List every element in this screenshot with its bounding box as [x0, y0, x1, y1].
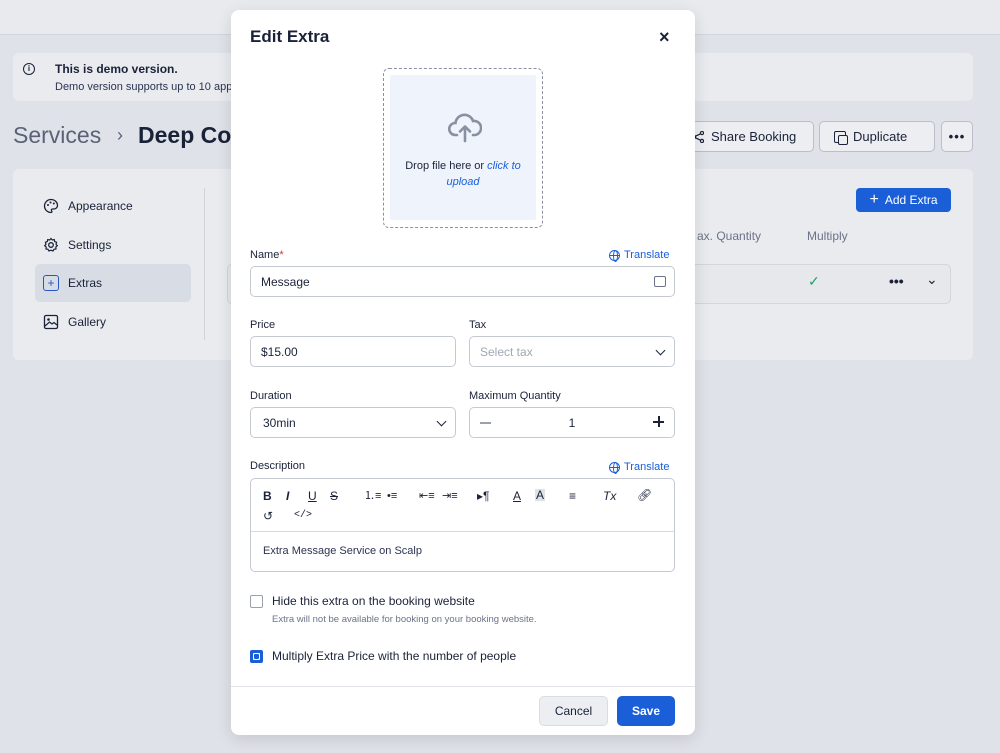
sidebar-item-label: Appearance: [68, 199, 133, 213]
strikethrough-icon[interactable]: S: [330, 490, 338, 502]
more-icon: •••: [948, 129, 966, 144]
clear-format-icon[interactable]: Tx: [603, 490, 616, 502]
multiply-price-checkbox[interactable]: [250, 650, 263, 663]
cancel-button[interactable]: Cancel: [539, 696, 608, 726]
tax-placeholder: Select tax: [480, 344, 533, 359]
breadcrumb-services[interactable]: Services: [13, 122, 101, 149]
plus-icon[interactable]: [653, 416, 664, 427]
link-icon[interactable]: 🔗︎: [637, 489, 652, 501]
undo-icon[interactable]: ↺: [263, 510, 273, 522]
add-extra-label: Add Extra: [884, 193, 938, 207]
duration-value: 30min: [263, 415, 296, 430]
dropzone-instruction: Drop file here or: [405, 160, 485, 172]
highlight-icon[interactable]: A: [535, 489, 546, 501]
bold-icon[interactable]: B: [263, 490, 272, 502]
plus-square-icon: +: [43, 275, 59, 291]
tax-label: Tax: [469, 319, 487, 331]
chevron-right-icon: ›: [117, 125, 123, 145]
multiply-price-label[interactable]: Multiply Extra Price with the number of …: [272, 649, 516, 663]
share-booking-button[interactable]: Share Booking: [680, 121, 814, 152]
image-dropzone[interactable]: Drop file here or click to upload: [383, 68, 543, 228]
sidebar-divider: [204, 188, 205, 340]
chevron-down-icon: [436, 416, 447, 427]
max-quantity-value: 1: [568, 415, 576, 430]
name-label-text: Name: [250, 249, 280, 261]
name-label: Name*: [250, 249, 284, 261]
translate-name-button[interactable]: Translate: [609, 249, 670, 262]
modal-title: Edit Extra: [250, 27, 330, 46]
row-actions-icon[interactable]: •••: [889, 273, 904, 289]
text-color-icon[interactable]: A: [513, 490, 521, 502]
globe-icon: [609, 461, 620, 474]
duplicate-label: Duplicate: [853, 129, 908, 144]
globe-icon: [609, 249, 620, 262]
sidebar-item-gallery[interactable]: Gallery: [35, 303, 191, 341]
modal-footer: Cancel Save: [231, 686, 695, 735]
price-value: $15.00: [261, 344, 298, 359]
column-header-max-quantity: ax. Quantity: [697, 229, 762, 243]
more-options-button[interactable]: •••: [941, 121, 973, 152]
description-text: Extra Message Service on Scalp: [263, 545, 422, 557]
save-button[interactable]: Save: [617, 696, 675, 726]
paragraph-direction-icon[interactable]: ▸¶: [477, 490, 489, 502]
check-icon: ✓: [808, 273, 820, 289]
image-icon: [43, 314, 59, 330]
share-booking-label: Share Booking: [711, 129, 797, 144]
editor-toolbar: B I U S ⒈≡ •≡ ⇤≡ ⇥≡ ▸¶ A A ≡ Tx 🔗︎ ↺ </>: [251, 479, 674, 532]
name-value: Message: [261, 274, 310, 289]
palette-icon: [43, 198, 59, 214]
max-quantity-stepper[interactable]: 1: [469, 407, 675, 438]
outdent-icon[interactable]: ⇤≡: [419, 490, 435, 502]
name-input[interactable]: Message: [250, 266, 675, 297]
duplicate-button[interactable]: Duplicate: [819, 121, 935, 152]
price-input[interactable]: $15.00: [250, 336, 456, 367]
info-icon: i: [23, 63, 35, 75]
align-icon[interactable]: ≡: [569, 490, 576, 502]
indent-icon[interactable]: ⇥≡: [442, 490, 458, 502]
price-label: Price: [250, 319, 276, 331]
ordered-list-icon[interactable]: ⒈≡: [364, 490, 381, 502]
sidebar-item-settings[interactable]: Settings: [35, 226, 191, 264]
sidebar-item-label: Settings: [68, 238, 112, 252]
demo-banner-title: This is demo version.: [55, 62, 178, 76]
add-extra-button[interactable]: + Add Extra: [856, 188, 951, 212]
translate-description-button[interactable]: Translate: [609, 461, 670, 474]
required-asterisk: *: [279, 249, 284, 261]
translate-label: Translate: [624, 461, 670, 473]
sidebar-item-label: Gallery: [68, 315, 107, 329]
sidebar-item-label: Extras: [68, 276, 103, 290]
close-icon[interactable]: ×: [659, 27, 670, 48]
duration-label: Duration: [250, 390, 292, 402]
code-icon[interactable]: </>: [294, 510, 312, 522]
duplicate-icon: [834, 130, 848, 145]
cloud-upload-icon: [448, 113, 482, 143]
emoji-icon[interactable]: [654, 276, 666, 287]
tax-select[interactable]: Select tax: [469, 336, 675, 367]
hide-extra-checkbox[interactable]: [250, 595, 263, 608]
plus-icon: +: [869, 191, 879, 208]
column-header-multiply: Multiply: [807, 229, 848, 243]
breadcrumb-current: Deep Co: [138, 122, 232, 148]
description-label: Description: [250, 460, 306, 472]
description-editor[interactable]: B I U S ⒈≡ •≡ ⇤≡ ⇥≡ ▸¶ A A ≡ Tx 🔗︎ ↺ </>…: [250, 478, 675, 572]
duration-select[interactable]: 30min: [250, 407, 456, 438]
hide-extra-label[interactable]: Hide this extra on the booking website: [272, 594, 475, 608]
edit-extra-modal: Edit Extra × Drop file here or click to …: [231, 10, 695, 735]
italic-icon[interactable]: I: [286, 490, 289, 502]
translate-label: Translate: [624, 249, 670, 261]
hide-extra-hint: Extra will not be available for booking …: [272, 614, 537, 625]
demo-banner-subtitle: Demo version supports up to 10 appoi: [55, 81, 241, 93]
dropzone-text: Drop file here or click to upload: [390, 158, 536, 190]
sidebar-item-extras[interactable]: + Extras: [35, 264, 191, 302]
chevron-down-icon[interactable]: ⌄: [926, 271, 938, 288]
bullet-list-icon[interactable]: •≡: [387, 490, 397, 502]
sidebar-item-appearance[interactable]: Appearance: [35, 187, 191, 225]
max-quantity-label: Maximum Quantity: [469, 390, 561, 402]
gear-icon: [43, 237, 59, 253]
underline-icon[interactable]: U: [308, 490, 317, 502]
chevron-down-icon: [655, 345, 666, 356]
